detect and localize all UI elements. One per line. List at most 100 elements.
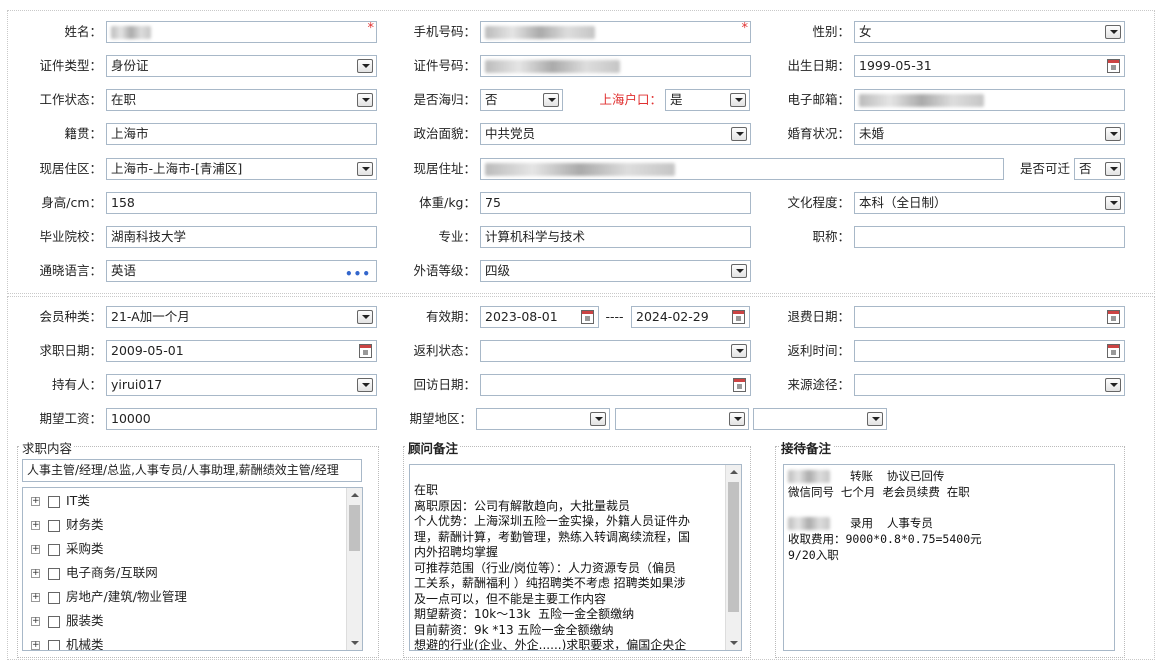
birth-date-input[interactable]: 1999-05-31 — [854, 55, 1125, 77]
political-status-select[interactable]: 中共党员 — [480, 123, 751, 145]
residence-address-input[interactable] — [480, 158, 1004, 180]
chevron-down-icon[interactable] — [730, 93, 746, 107]
job-category-tree[interactable]: + IT类 + 财务类 + 采购类 + 电子商务/互联网 + 房地产/建筑/物业管理 + 服装类 + 机械… — [22, 487, 363, 651]
tree-item[interactable]: + 机械类 — [23, 633, 362, 650]
chevron-down-icon[interactable] — [731, 344, 747, 358]
reception-notes-textarea[interactable]: 转账 协议已回传 微信同号 七个月 老会员续费 在职 录用 人事专员 收取费用：900… — [783, 464, 1115, 651]
valid-from-input[interactable]: 2023-08-01 — [480, 306, 599, 328]
expected-district-select[interactable] — [753, 408, 887, 430]
rebate-status-select[interactable] — [480, 340, 751, 362]
chevron-down-icon[interactable] — [1105, 162, 1121, 176]
chevron-down-icon[interactable] — [1105, 378, 1121, 392]
scroll-thumb[interactable] — [728, 482, 739, 612]
chevron-down-icon[interactable] — [357, 310, 373, 324]
tree-item[interactable]: + 房地产/建筑/物业管理 — [23, 585, 362, 609]
calendar-icon[interactable] — [1107, 59, 1120, 73]
native-place-input[interactable]: 上海市 — [106, 123, 377, 145]
school-input[interactable]: 湖南科技大学 — [106, 226, 377, 248]
more-icon[interactable]: ••• — [345, 264, 371, 281]
notes-scrollbar[interactable] — [725, 465, 741, 650]
height-input[interactable]: 158 — [106, 192, 377, 214]
calendar-icon[interactable] — [1107, 310, 1120, 324]
checkbox[interactable] — [48, 639, 60, 650]
checkbox[interactable] — [48, 495, 60, 508]
rebate-time-input[interactable] — [854, 340, 1125, 362]
tree-scrollbar[interactable] — [346, 488, 362, 650]
tree-item[interactable]: + 服装类 — [23, 609, 362, 633]
marital-status-select[interactable]: 未婚 — [854, 123, 1125, 145]
scroll-down-icon[interactable] — [351, 641, 359, 645]
expand-icon[interactable]: + — [31, 545, 40, 554]
calendar-icon[interactable] — [1107, 344, 1120, 358]
expand-icon[interactable]: + — [31, 617, 40, 626]
holder-select[interactable]: yirui017 — [106, 374, 377, 396]
gender-select[interactable]: 女 — [854, 21, 1125, 43]
phone-input[interactable]: * — [480, 21, 751, 43]
calendar-icon[interactable] — [581, 310, 594, 324]
education-select[interactable]: 本科（全日制） — [854, 192, 1125, 214]
residence-area-select[interactable]: 上海市-上海市-[青浦区] — [106, 158, 377, 180]
overseas-return-select[interactable]: 否 — [480, 89, 563, 111]
weight-input[interactable]: 75 — [480, 192, 751, 214]
checkbox[interactable] — [48, 519, 60, 532]
work-status-select[interactable]: 在职 — [106, 89, 377, 111]
chevron-down-icon[interactable] — [867, 412, 883, 426]
refund-date-input[interactable] — [854, 306, 1125, 328]
job-date-label: 求职日期： — [39, 343, 102, 358]
major-label: 专业： — [438, 229, 476, 244]
expand-icon[interactable]: + — [31, 593, 40, 602]
chevron-down-icon[interactable] — [357, 162, 373, 176]
chevron-down-icon[interactable] — [1105, 196, 1121, 210]
consultant-notes-textarea[interactable]: 在职 离职原因：公司有解散趋向，大批量裁员 个人优势：上海深圳五险一金实操，外籍人员… — [409, 464, 742, 651]
foreign-language-level-select[interactable]: 四级 — [480, 260, 751, 282]
scroll-up-icon[interactable] — [351, 493, 359, 497]
tree-item[interactable]: + IT类 — [23, 489, 362, 513]
chevron-down-icon[interactable] — [357, 93, 373, 107]
checkbox[interactable] — [48, 567, 60, 580]
scroll-up-icon[interactable] — [730, 470, 738, 474]
email-input[interactable] — [854, 89, 1125, 111]
id-number-input[interactable] — [480, 55, 751, 77]
expand-icon[interactable]: + — [31, 521, 40, 530]
checkbox[interactable] — [48, 615, 60, 628]
chevron-down-icon[interactable] — [1105, 127, 1121, 141]
member-type-select[interactable]: 21-A加一个月 — [106, 306, 377, 328]
expected-city-select[interactable] — [615, 408, 749, 430]
rebate-status-label: 返利状态： — [413, 343, 476, 358]
calendar-icon[interactable] — [732, 310, 745, 324]
chevron-down-icon[interactable] — [357, 378, 373, 392]
job-content-input[interactable]: 人事主管/经理/总监,人事专员/人事助理,薪酬绩效主管/经理 — [22, 459, 362, 482]
major-input[interactable]: 计算机科学与技术 — [480, 226, 751, 248]
job-date-input[interactable]: 2009-05-01 — [106, 340, 377, 362]
checkbox[interactable] — [48, 543, 60, 556]
name-input[interactable]: * — [106, 21, 377, 43]
scroll-down-icon[interactable] — [730, 641, 738, 645]
expected-salary-input[interactable]: 10000 — [106, 408, 377, 430]
source-select[interactable] — [854, 374, 1125, 396]
chevron-down-icon[interactable] — [543, 93, 559, 107]
chevron-down-icon[interactable] — [1105, 25, 1121, 39]
scroll-thumb[interactable] — [349, 505, 360, 551]
id-type-select[interactable]: 身份证 — [106, 55, 377, 77]
calendar-icon[interactable] — [359, 344, 372, 358]
chevron-down-icon[interactable] — [729, 412, 745, 426]
chevron-down-icon[interactable] — [590, 412, 606, 426]
visit-date-input[interactable] — [480, 374, 751, 396]
tree-item[interactable]: + 财务类 — [23, 513, 362, 537]
expand-icon[interactable]: + — [31, 497, 40, 506]
expand-icon[interactable]: + — [31, 641, 40, 650]
relocatable-select[interactable]: 否 — [1074, 158, 1125, 180]
calendar-icon[interactable] — [733, 378, 746, 392]
chevron-down-icon[interactable] — [357, 59, 373, 73]
tree-item[interactable]: + 电子商务/互联网 — [23, 561, 362, 585]
valid-to-input[interactable]: 2024-02-29 — [631, 306, 750, 328]
job-title-input[interactable] — [854, 226, 1125, 248]
languages-input[interactable]: 英语 ••• — [106, 260, 377, 282]
shanghai-hukou-select[interactable]: 是 — [665, 89, 750, 111]
expected-province-select[interactable] — [476, 408, 610, 430]
checkbox[interactable] — [48, 591, 60, 604]
chevron-down-icon[interactable] — [731, 264, 747, 278]
chevron-down-icon[interactable] — [731, 127, 747, 141]
tree-item[interactable]: + 采购类 — [23, 537, 362, 561]
expand-icon[interactable]: + — [31, 569, 40, 578]
